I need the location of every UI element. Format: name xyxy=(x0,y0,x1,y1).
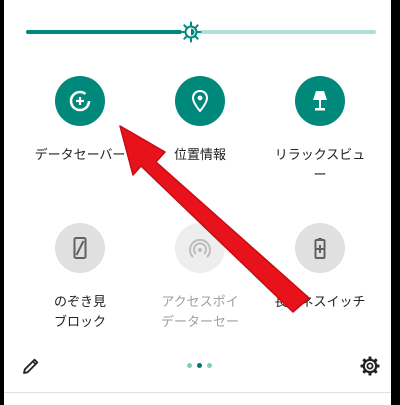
edit-pencil-icon[interactable] xyxy=(22,357,40,375)
hotspot-icon xyxy=(175,223,225,273)
phone-privacy-icon xyxy=(55,223,105,273)
brightness-slider[interactable] xyxy=(26,21,376,43)
settings-gear-icon[interactable] xyxy=(360,356,380,376)
tile-label: データセーバー xyxy=(34,148,126,163)
bottom-divider xyxy=(4,392,391,393)
page-indicator xyxy=(187,363,212,369)
tile-hotspot[interactable]: アクセスポイ データーセー xyxy=(140,223,260,333)
tile-label: 位置情報 xyxy=(173,148,226,163)
brightness-sun-icon[interactable] xyxy=(180,21,202,43)
brightness-track-fill xyxy=(26,30,191,34)
tile-battery-saver[interactable]: 長エネスイッチ xyxy=(260,223,380,313)
tile-label: のぞき見 ブロック xyxy=(53,295,106,330)
tile-data-saver[interactable]: データセーバー xyxy=(20,76,140,166)
tile-privacy-view[interactable]: のぞき見 ブロック xyxy=(20,223,140,333)
tile-relax-view[interactable]: リラックスビュ ー xyxy=(260,76,380,186)
lamp-icon xyxy=(295,76,345,126)
tile-label: 長エネスイッチ xyxy=(274,295,366,310)
page-dot xyxy=(207,363,212,368)
location-pin-icon xyxy=(175,76,225,126)
tile-label: リラックスビュ ー xyxy=(274,148,366,183)
page-dot-active xyxy=(197,363,202,368)
tile-location[interactable]: 位置情報 xyxy=(140,76,260,166)
battery-saver-icon xyxy=(295,223,345,273)
quick-settings-panel: データセーバー 位置情報 リラックスビュ ー のぞき見 ブロック アクセスポイ … xyxy=(4,0,391,405)
tile-label: アクセスポイ データーセー xyxy=(160,295,239,330)
data-saver-icon xyxy=(55,76,105,126)
page-dot xyxy=(187,363,192,368)
